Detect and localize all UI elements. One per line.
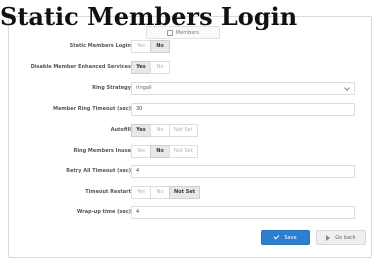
timeout-restart-not-set[interactable]: Not Set [169,186,201,199]
timeout-restart-no[interactable]: No [150,186,170,199]
row-static-members-login: Static Members Login Yes No [9,40,373,53]
arrow-right-icon [326,234,331,241]
static-members-login-label: Static Members Login [69,43,131,49]
ring-members-inuse-no[interactable]: No [150,145,170,158]
row-disable-member-enhanced-services: Disable Member Enhanced Services Yes No [9,61,373,74]
members-icon [166,29,173,36]
timeout-restart-label: Timeout Restart [85,189,131,195]
autofill-yes[interactable]: Yes [131,124,151,137]
row-member-ring-timeout: Member Ring Timeout (sec) 30 [9,103,373,116]
wrap-up-time-input[interactable]: 4 [131,206,355,219]
page-title: Static Members Login [0,4,298,30]
member-ring-timeout-label: Member Ring Timeout (sec) [53,106,131,112]
disable-member-enhanced-services-label: Disable Member Enhanced Services [30,64,131,70]
static-members-login-toggle: Yes No [131,40,170,53]
go-back-button[interactable]: Go back [316,230,366,245]
autofill-not-set[interactable]: Not Set [169,124,198,137]
timeout-restart-toggle: Yes No Not Set [131,186,201,199]
autofill-no[interactable]: No [150,124,170,137]
disable-member-enhanced-services-no[interactable]: No [150,61,170,74]
ring-members-inuse-yes[interactable]: Yes [131,145,151,158]
autofill-label: Autofill [110,127,131,133]
wrap-up-time-label: Wrap-up time (sec) [76,209,131,215]
tab-members-label: Members [175,29,200,36]
retry-all-timeout-label: Retry All Timeout (sec) [66,168,131,174]
row-retry-all-timeout: Retry All Timeout (sec) 4 [9,165,373,178]
row-ring-members-inuse: Ring Members Inuse Yes No Not Set [9,145,373,158]
timeout-restart-yes[interactable]: Yes [131,186,151,199]
save-button-label: Save [284,234,297,241]
ring-strategy-label: Ring Strategy [92,85,131,91]
retry-all-timeout-input[interactable]: 4 [131,165,355,178]
static-members-login-no[interactable]: No [150,40,170,53]
row-timeout-restart: Timeout Restart Yes No Not Set [9,186,373,199]
disable-member-enhanced-services-toggle: Yes No [131,61,170,74]
autofill-toggle: Yes No Not Set [131,124,198,137]
settings-panel: Members Static Members Login Yes No Disa… [8,16,372,258]
chevron-down-icon [344,85,350,91]
disable-member-enhanced-services-yes[interactable]: Yes [131,61,151,74]
static-members-login-yes[interactable]: Yes [131,40,151,53]
check-icon [274,233,280,240]
ring-members-inuse-label: Ring Members Inuse [73,148,131,154]
member-ring-timeout-input[interactable]: 30 [131,103,355,116]
row-wrap-up-time: Wrap-up time (sec) 4 [9,206,373,219]
save-button[interactable]: Save [261,230,310,245]
ring-strategy-value: ringall [136,85,152,91]
ring-members-inuse-not-set[interactable]: Not Set [169,145,198,158]
ring-members-inuse-toggle: Yes No Not Set [131,145,198,158]
row-autofill: Autofill Yes No Not Set [9,124,373,137]
ring-strategy-select[interactable]: ringall [131,82,355,95]
go-back-button-label: Go back [335,234,356,241]
row-ring-strategy: Ring Strategy ringall [9,82,373,95]
